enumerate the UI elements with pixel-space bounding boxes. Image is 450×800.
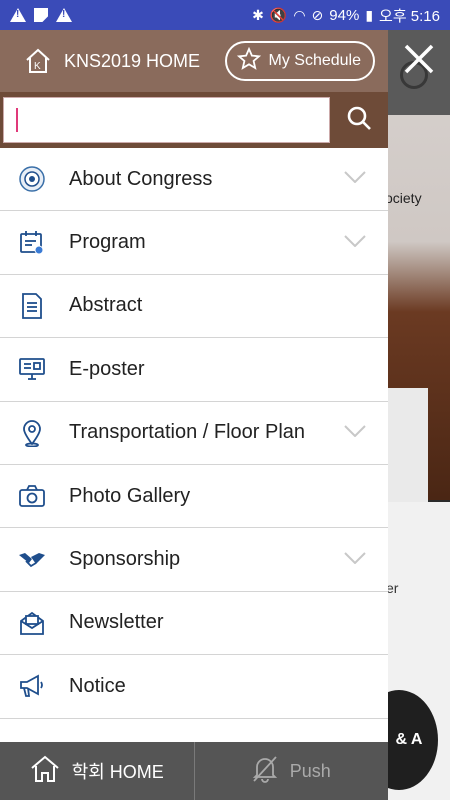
megaphone-icon [18, 672, 46, 700]
camera-icon [18, 482, 46, 510]
star-icon [236, 46, 261, 76]
envelope-icon [18, 609, 46, 637]
search-bar [0, 92, 388, 148]
mute-icon: 🔇 [269, 6, 288, 23]
bottom-bar: 학회 HOME Push [0, 742, 388, 800]
navigation-drawer: K KNS2019 HOME My Schedule About Congres… [0, 30, 388, 742]
bell-off-icon [252, 755, 278, 788]
chevron-down-icon[interactable] [344, 551, 366, 569]
menu-label: Transportation / Floor Plan [69, 421, 306, 444]
menu-label: Abstract [69, 294, 143, 317]
menu-item-photo-gallery[interactable]: Photo Gallery [0, 465, 388, 529]
clock: 오후 5:16 [379, 7, 440, 25]
menu-item-notice[interactable]: Notice [0, 655, 388, 719]
svg-text:K: K [34, 61, 41, 72]
status-bar: ✱ 🔇 ◠ ⊘ 94% ▮ 오후 5:16 [0, 0, 450, 30]
chevron-down-icon[interactable] [344, 424, 366, 442]
my-schedule-button[interactable]: My Schedule [224, 41, 375, 81]
menu-item-transportation[interactable]: Transportation / Floor Plan [0, 402, 388, 465]
map-pin-icon [18, 419, 46, 447]
search-field[interactable] [3, 97, 330, 143]
congress-logo-icon [18, 165, 46, 193]
battery-percent: 94% [329, 6, 360, 24]
push-button[interactable]: Push [195, 742, 389, 800]
menu-label: About Congress [69, 167, 213, 190]
menu-item-about-congress[interactable]: About Congress [0, 148, 388, 212]
k-home-icon: K [24, 47, 52, 75]
push-label: Push [289, 760, 331, 781]
menu-item-e-poster[interactable]: E-poster [0, 338, 388, 402]
search-button[interactable] [330, 92, 388, 148]
menu-list: About Congress Program Abstract E-poster… [0, 148, 388, 719]
menu-item-sponsorship[interactable]: Sponsorship [0, 528, 388, 592]
menu-label: Program [69, 231, 146, 254]
home-link[interactable]: K KNS2019 HOME [24, 47, 200, 75]
home-icon [30, 755, 60, 788]
no-sim-icon: ⊘ [311, 6, 324, 23]
notification-icon [34, 8, 48, 22]
handshake-icon [18, 546, 46, 574]
menu-item-program[interactable]: Program [0, 211, 388, 275]
menu-item-newsletter[interactable]: Newsletter [0, 592, 388, 656]
society-home-label: 학회 HOME [71, 762, 164, 782]
chevron-down-icon[interactable] [344, 170, 366, 188]
wifi-icon: ◠ [293, 6, 306, 23]
menu-label: E-poster [69, 357, 145, 380]
warning-icon [56, 8, 72, 22]
warning-icon [10, 8, 26, 22]
home-label: KNS2019 HOME [64, 50, 201, 71]
battery-icon: ▮ [365, 6, 374, 23]
chevron-down-icon[interactable] [344, 234, 366, 252]
drawer-header: K KNS2019 HOME My Schedule [0, 30, 388, 92]
menu-label: Notice [69, 674, 126, 697]
background-text: ociety [385, 190, 422, 206]
society-home-button[interactable]: 학회 HOME [0, 742, 194, 800]
qa-label: & A [395, 731, 423, 748]
menu-label: Sponsorship [69, 548, 181, 571]
search-input[interactable] [17, 109, 329, 131]
menu-label: Newsletter [69, 611, 164, 634]
menu-item-abstract[interactable]: Abstract [0, 275, 388, 339]
bluetooth-icon: ✱ [252, 6, 264, 23]
menu-label: Photo Gallery [69, 484, 191, 507]
close-icon [402, 44, 436, 80]
schedule-label: My Schedule [268, 52, 362, 69]
document-icon [18, 292, 46, 320]
monitor-icon [18, 355, 46, 383]
calendar-check-icon [18, 229, 46, 257]
search-icon [346, 105, 372, 136]
close-drawer-button[interactable] [402, 42, 436, 76]
